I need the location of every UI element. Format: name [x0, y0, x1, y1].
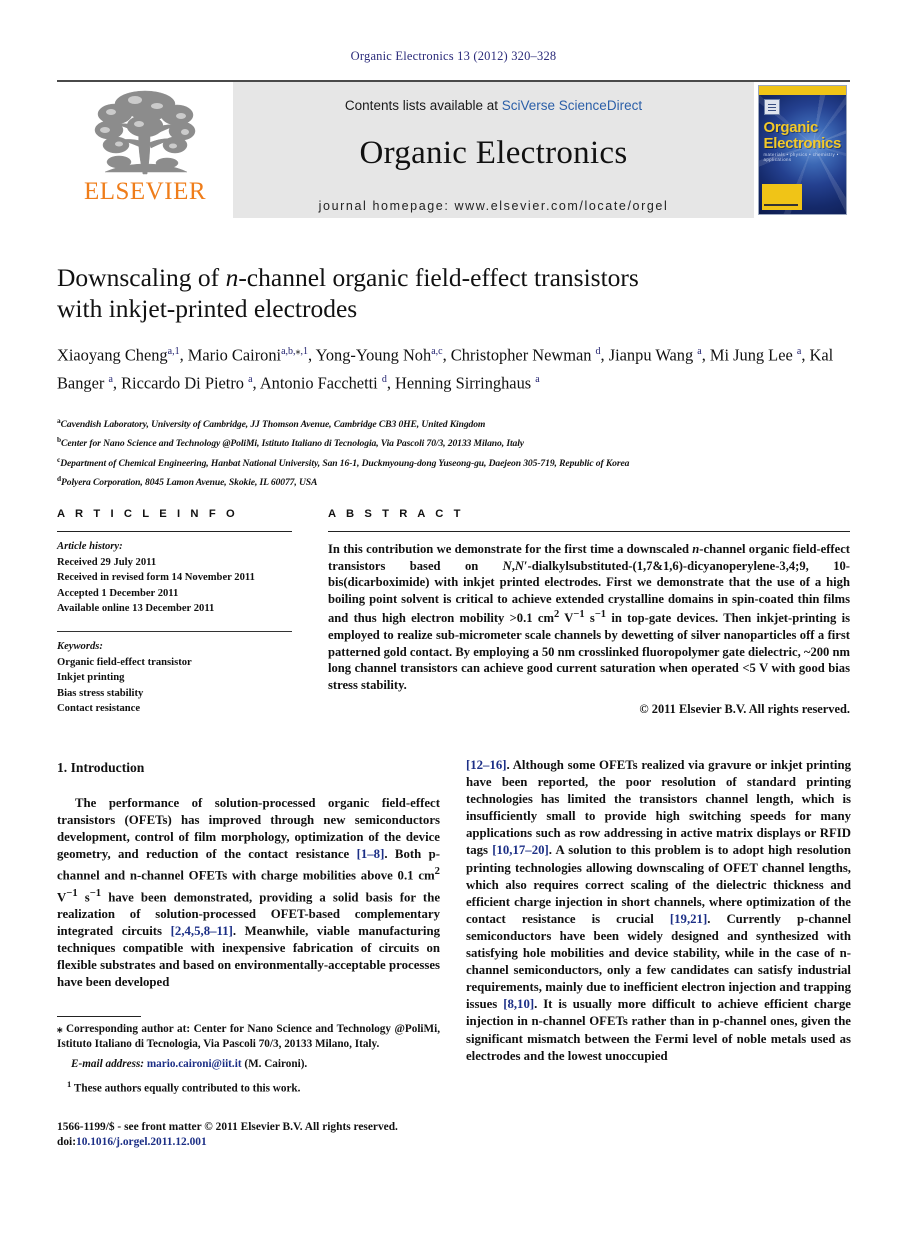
cover-bottom-box [761, 184, 802, 210]
copyright-line: © 2011 Elsevier B.V. All rights reserved… [639, 701, 850, 716]
affiliation-text: Center for Nano Science and Technology @… [61, 438, 524, 450]
journal-cover-thumbnail: Organic Electronics materials • physics … [754, 82, 850, 218]
footnote-block: ⁎ Corresponding author at: Center for Na… [57, 1016, 440, 1097]
elsevier-wordmark: ELSEVIER [83, 178, 207, 205]
section-heading-introduction: 1. Introduction [57, 760, 145, 775]
cover-title-line2: Electronics [763, 135, 842, 152]
keywords-label: Keywords: [57, 640, 103, 652]
email-label: E-mail address: [71, 1058, 145, 1071]
paper-page: Organic Electronics 13 (2012) 320–328 EL… [0, 0, 907, 1238]
article-history-label: Article history: [57, 541, 123, 552]
email-link[interactable]: mario.caironi@iit.it [147, 1058, 242, 1070]
journal-masthead: ELSEVIER Contents lists available at Sci… [57, 80, 850, 218]
keyword-item: Bias stress stability [57, 687, 144, 699]
cover-top-bar [758, 86, 846, 95]
masthead-center: Contents lists available at SciVerse Sci… [233, 82, 754, 218]
cover-publisher-mark-icon [763, 99, 780, 115]
journal-homepage-link[interactable]: journal homepage: www.elsevier.com/locat… [319, 199, 669, 213]
body-column-left: 1. Introduction The performance of solut… [57, 760, 440, 992]
cover-title-line1: Organic [763, 119, 819, 136]
history-item: Received 29 July 2011 [57, 556, 157, 568]
footnote-divider [57, 1016, 141, 1017]
divider [328, 531, 850, 532]
keyword-item: Organic field-effect transistor [57, 656, 192, 668]
contents-prefix: Contents lists available at [344, 98, 502, 113]
abstract-column: A B S T R A C T In this contribution we … [328, 508, 850, 717]
history-item: Available online 13 December 2011 [57, 603, 215, 615]
journal-title: Organic Electronics [359, 135, 628, 171]
sciencedirect-link[interactable]: SciVerse ScienceDirect [502, 98, 642, 113]
issn-line: 1566-1199/$ - see front matter © 2011 El… [57, 1121, 398, 1133]
affiliation-text: Polyera Corporation, 8045 Lamon Avenue, … [61, 477, 318, 489]
keywords-block: Keywords: Organic field-effect transisto… [57, 639, 292, 717]
paragraph: [12–16]. Although some OFETs realized vi… [466, 758, 852, 1063]
title-line-1-suffix: -channel organic field-effect transistor… [238, 263, 639, 292]
email-suffix: (M. Caironi). [241, 1058, 308, 1071]
history-item: Received in revised form 14 November 201… [57, 572, 255, 584]
paragraph: The performance of solution-processed or… [57, 796, 440, 990]
affiliation-item: bCenter for Nano Science and Technology … [57, 432, 867, 451]
title-line-1-prefix: Downscaling of [57, 263, 226, 292]
cover-image: Organic Electronics materials • physics … [757, 85, 847, 215]
divider [57, 531, 292, 532]
elsevier-tree-icon [89, 86, 201, 178]
body-column-right: [12–16]. Although some OFETs realized vi… [466, 757, 851, 1065]
article-info-heading: A R T I C L E I N F O [57, 508, 239, 520]
affiliation-list: aCavendish Laboratory, University of Cam… [57, 413, 867, 491]
title-italic-n: n [225, 263, 239, 292]
abstract-text: In this contribution we demonstrate for … [328, 542, 850, 692]
affiliation-item: cDepartment of Chemical Engineering, Han… [57, 452, 867, 471]
publisher-logo: ELSEVIER [57, 82, 233, 218]
running-head: Organic Electronics 13 (2012) 320–328 [350, 49, 557, 63]
history-item: Accepted 1 December 2011 [57, 587, 179, 599]
equal-contribution-note: 1 These authors equally contributed to t… [67, 1078, 301, 1095]
affiliation-text: Cavendish Laboratory, University of Camb… [60, 419, 486, 431]
contents-available-line: Contents lists available at SciVerse Sci… [345, 98, 642, 113]
doi-line: doi:10.1016/j.orgel.2011.12.001 [57, 1135, 457, 1150]
affiliation-text: Department of Chemical Engineering, Hanb… [60, 458, 630, 470]
doi-prefix: doi: [57, 1136, 76, 1149]
page-title: Downscaling of n-channel organic field-e… [57, 262, 757, 324]
title-line-2: with inkjet-printed electrodes [57, 294, 358, 323]
keyword-item: Inkjet printing [57, 672, 125, 684]
issn-doi-block: 1566-1199/$ - see front matter © 2011 El… [57, 1120, 457, 1151]
corresponding-author-note: ⁎ Corresponding author at: Center for Na… [57, 1023, 440, 1051]
keyword-item: Contact resistance [57, 703, 141, 715]
affiliation-item: dPolyera Corporation, 8045 Lamon Avenue,… [57, 471, 867, 490]
article-history: Article history: Received 29 July 2011 R… [57, 539, 292, 617]
cover-bottom-rule [763, 204, 798, 206]
author-list: Xiaoyang Chenga,1, Mario Caironia,b,⁎,1,… [57, 345, 834, 393]
affiliation-item: aCavendish Laboratory, University of Cam… [57, 413, 867, 432]
doi-link[interactable]: 10.1016/j.orgel.2011.12.001 [76, 1136, 207, 1148]
email-note: E-mail address: mario.caironi@iit.it (M.… [57, 1057, 440, 1072]
article-info-column: A R T I C L E I N F O Article history: R… [57, 508, 292, 717]
cover-subtitle: materials • physics • chemistry • applic… [763, 152, 839, 162]
divider [57, 630, 292, 632]
abstract-heading: A B S T R A C T [328, 508, 465, 520]
